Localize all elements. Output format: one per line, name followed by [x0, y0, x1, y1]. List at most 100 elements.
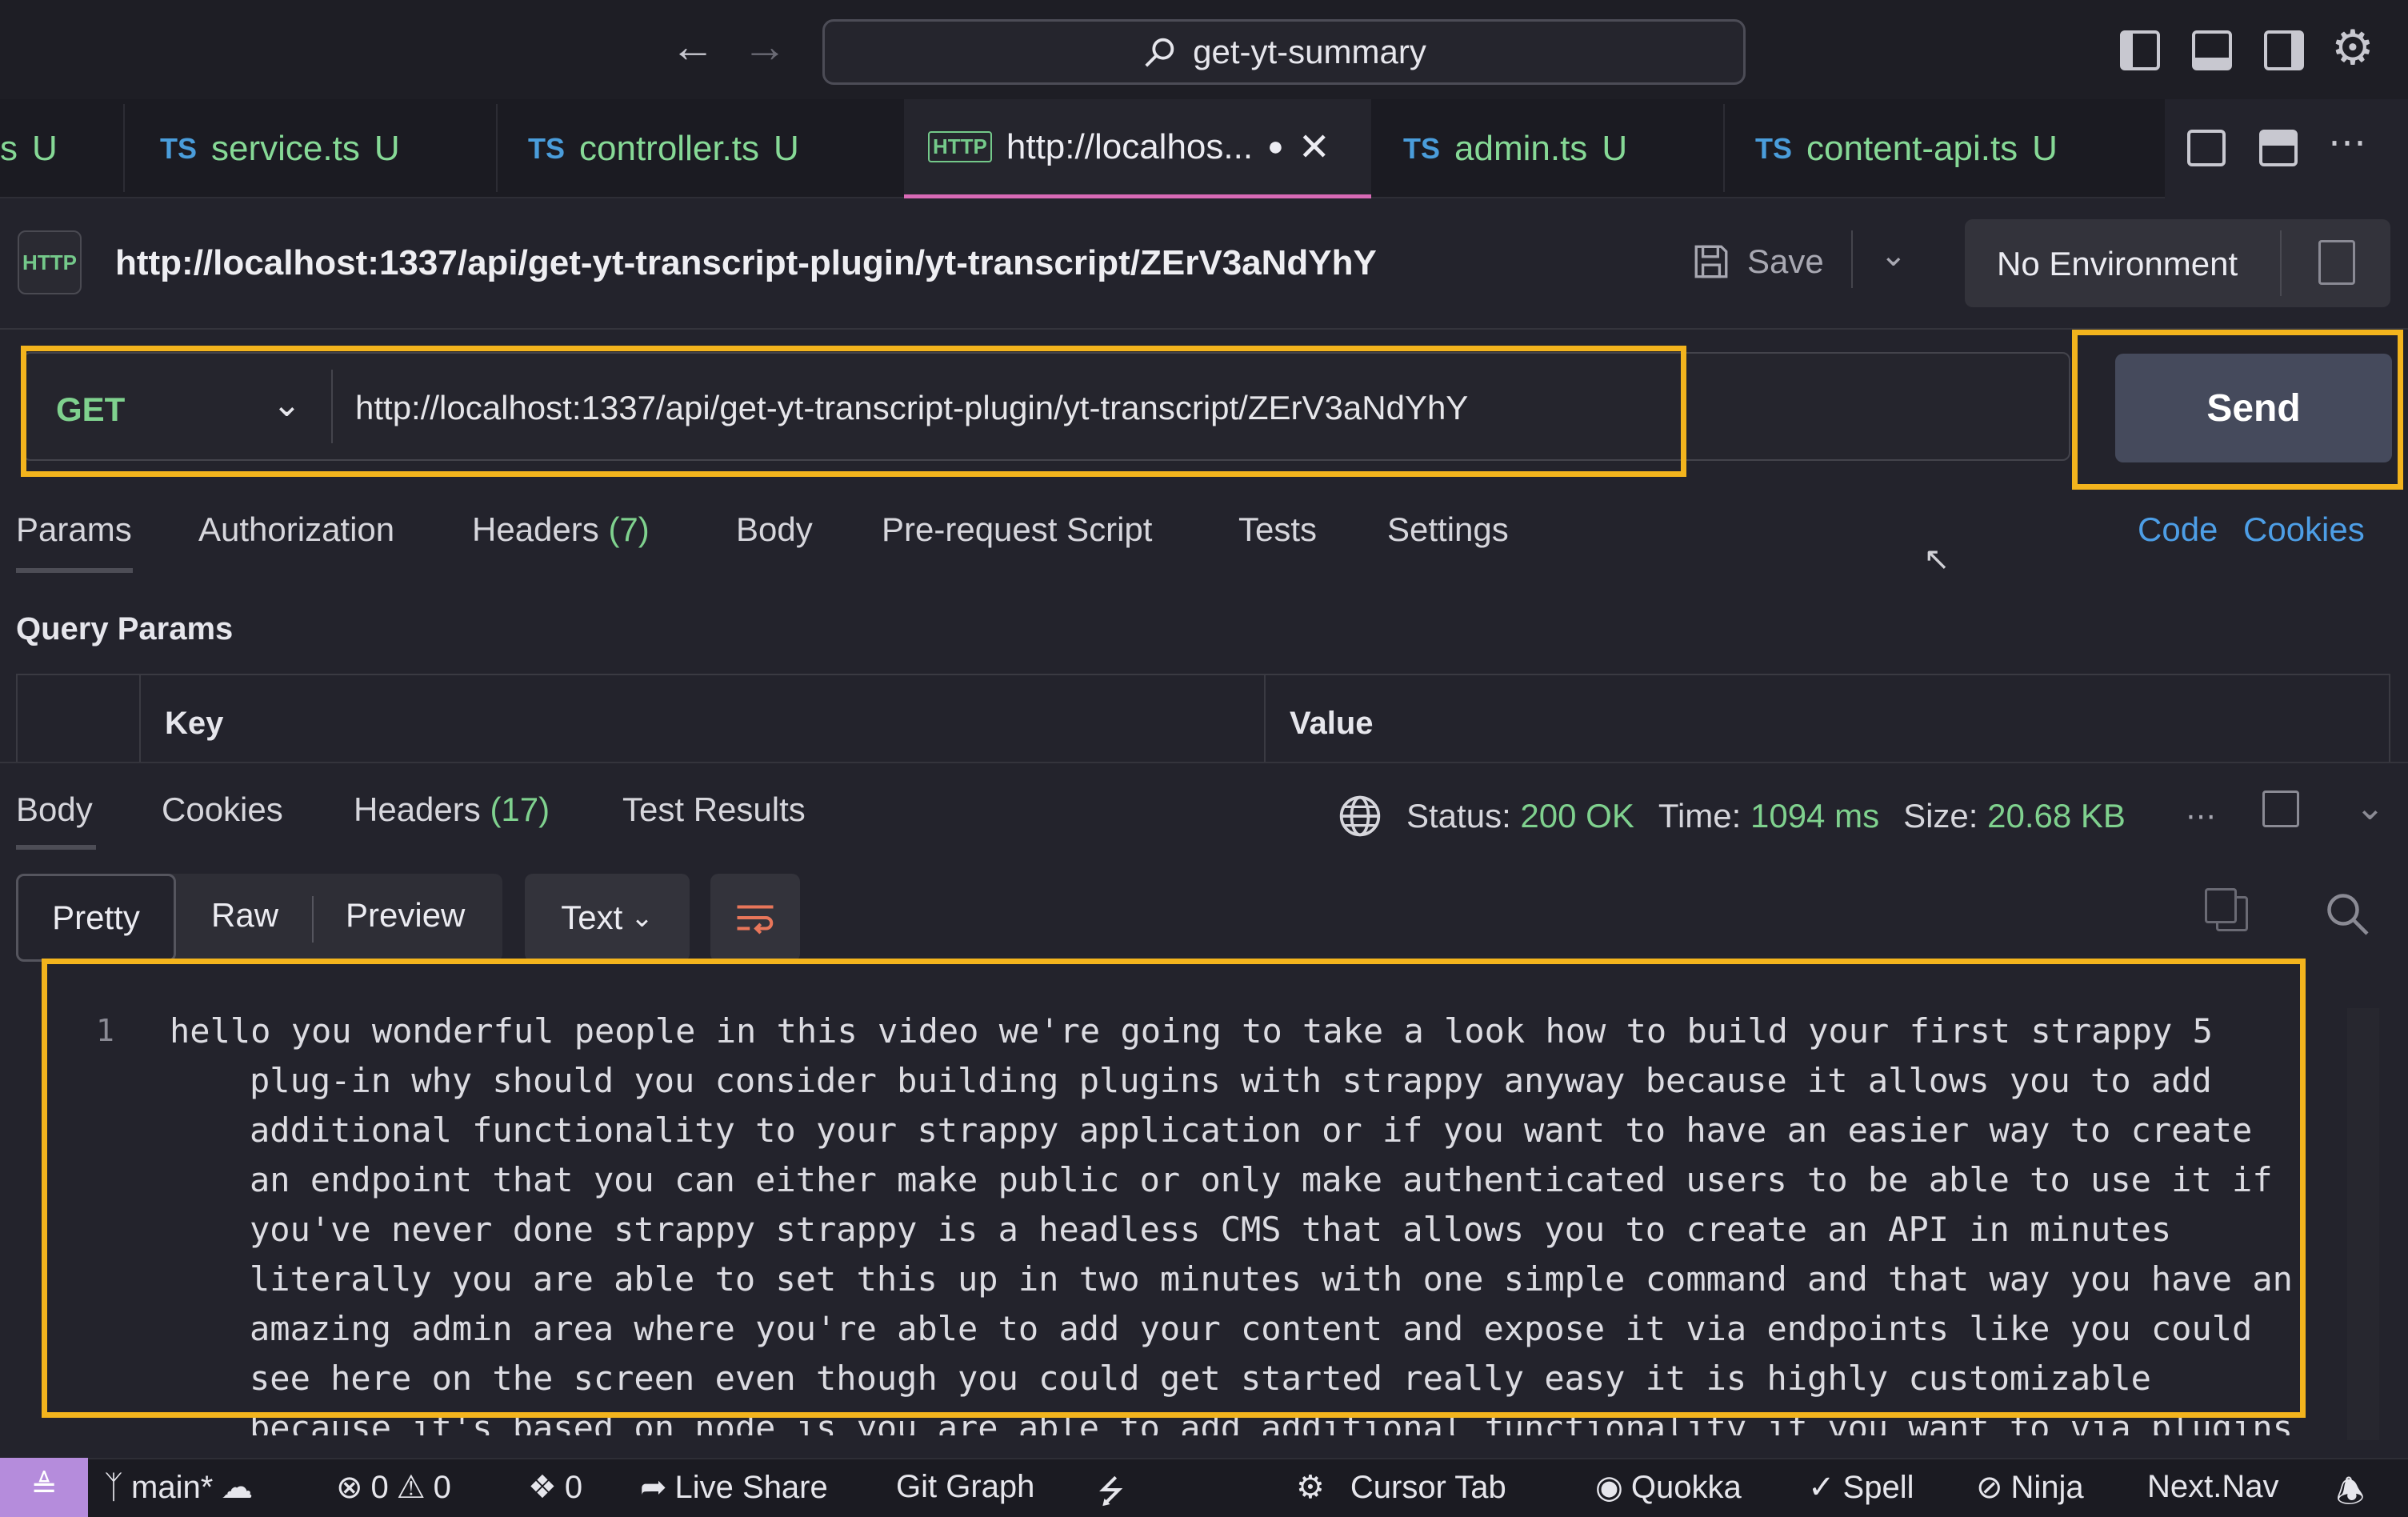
- tab-settings[interactable]: Settings: [1387, 510, 1509, 549]
- ports-indicator[interactable]: ❖ 0: [528, 1469, 582, 1506]
- globe-icon[interactable]: [1338, 794, 1382, 839]
- save-label: Save: [1747, 242, 1824, 280]
- tab-service-ts[interactable]: TS service.ts U: [130, 99, 494, 198]
- check-icon: ✓: [1808, 1470, 1835, 1505]
- response-tab-body[interactable]: Body: [16, 791, 93, 829]
- branch-name: main*: [131, 1469, 214, 1505]
- tab-label: http://localhos...: [1006, 126, 1254, 166]
- column-header-key: Key: [165, 706, 224, 741]
- quokka-button[interactable]: ◉ Quokka: [1595, 1469, 1742, 1506]
- close-tab-icon[interactable]: ✕: [1298, 125, 1330, 170]
- tab-body[interactable]: Body: [736, 510, 813, 549]
- response-tab-test-results[interactable]: Test Results: [622, 791, 806, 829]
- tab-http-request[interactable]: HTTP http://localhos... ● ✕: [904, 99, 1371, 198]
- query-params-title: Query Params: [16, 611, 234, 646]
- save-icon: [1694, 245, 1728, 278]
- response-tab-cookies[interactable]: Cookies: [162, 791, 283, 829]
- quokka-icon: ◉: [1595, 1470, 1623, 1505]
- size-indicator[interactable]: Size: 20.68 KB: [1903, 797, 2126, 835]
- url-highlight-box: [21, 346, 1686, 477]
- ports-count: 0: [564, 1469, 583, 1505]
- git-branch-indicator[interactable]: ᛉ main* ☁: [104, 1469, 253, 1506]
- text-mode-dropdown[interactable]: Text ⌄: [525, 874, 690, 962]
- tab-label: admin.ts: [1454, 129, 1588, 168]
- layout-toggle-icon[interactable]: [2262, 791, 2299, 827]
- scrollbar[interactable]: [2347, 1008, 2379, 1440]
- git-branch-icon: ᛉ: [104, 1469, 123, 1505]
- http-file-icon: HTTP: [928, 131, 992, 162]
- format-preview-button[interactable]: Preview: [346, 896, 465, 935]
- typescript-icon: TS: [1755, 132, 1793, 165]
- command-center-search[interactable]: get-yt-summary: [822, 19, 1746, 85]
- tab-authorization[interactable]: Authorization: [198, 510, 394, 549]
- toggle-panel-icon[interactable]: [2192, 30, 2232, 70]
- more-actions-icon[interactable]: ⋯: [2328, 120, 2366, 165]
- search-response-icon[interactable]: [2323, 890, 2371, 938]
- forward-arrow-icon[interactable]: →: [742, 24, 787, 69]
- response-headers-count: (17): [490, 791, 550, 828]
- environment-quick-look-icon[interactable]: [2318, 240, 2355, 285]
- typescript-icon: TS: [160, 132, 198, 165]
- tab-admin-ts[interactable]: TS admin.ts U: [1373, 99, 1722, 198]
- cursor-tab-button[interactable]: ⚙ Cursor Tab: [1296, 1469, 1506, 1506]
- toggle-primary-sidebar-icon[interactable]: [2120, 30, 2160, 70]
- split-editor-icon[interactable]: [2259, 130, 2298, 166]
- tab-pre-request-script[interactable]: Pre-request Script: [882, 510, 1152, 549]
- tab-status: U: [2032, 129, 2058, 168]
- tab-label: content-api.ts: [1806, 129, 2018, 168]
- size-value: 20.68 KB: [1987, 797, 2126, 835]
- tab-controller-ts[interactable]: TS controller.ts U: [498, 99, 902, 198]
- save-options-chevron-icon[interactable]: ⌄: [1880, 237, 1907, 274]
- tab-label: controller.ts: [579, 129, 759, 168]
- tab-tests[interactable]: Tests: [1238, 510, 1317, 549]
- divider: [312, 896, 314, 943]
- column-header-value: Value: [1290, 706, 1374, 741]
- sync-cloud-icon: ☁: [221, 1470, 254, 1505]
- divider: [2280, 230, 2282, 296]
- code-link[interactable]: Code: [2138, 510, 2218, 549]
- more-options-icon[interactable]: ⋯: [2186, 799, 2216, 835]
- headers-count: (7): [608, 510, 650, 548]
- response-tab-headers[interactable]: Headers (17): [354, 791, 550, 829]
- send-highlight-box: [2072, 330, 2403, 490]
- next-nav-button[interactable]: Next.Nav: [2147, 1469, 2279, 1505]
- format-raw-button[interactable]: Raw: [211, 896, 278, 935]
- time-indicator[interactable]: Time: 1094 ms: [1658, 797, 1879, 835]
- toggle-secondary-sidebar-icon[interactable]: [2264, 30, 2304, 70]
- preview-icon[interactable]: [2187, 130, 2226, 166]
- tab-partial[interactable]: s U: [0, 99, 122, 198]
- request-title[interactable]: http://localhost:1337/api/get-yt-transcr…: [115, 243, 1377, 283]
- lightning-icon[interactable]: ⭍: [1098, 1469, 1124, 1517]
- collapse-chevron-icon[interactable]: ⌄: [2355, 787, 2385, 828]
- remote-indicator-icon[interactable]: ≜: [0, 1458, 88, 1517]
- tab-params[interactable]: Params: [16, 510, 132, 549]
- ninja-icon: ⊘: [1976, 1470, 2003, 1505]
- word-wrap-icon: [737, 905, 774, 935]
- ninja-button[interactable]: ⊘ Ninja: [1976, 1469, 2084, 1506]
- cookies-link[interactable]: Cookies: [2243, 510, 2365, 549]
- format-pretty-button[interactable]: Pretty: [16, 874, 176, 962]
- save-button[interactable]: Save: [1691, 242, 1824, 282]
- settings-gear-icon[interactable]: ⚙: [2331, 24, 2374, 72]
- live-share-button[interactable]: ➦ Live Share: [640, 1469, 828, 1506]
- git-graph-button[interactable]: Git Graph: [896, 1469, 1034, 1505]
- broadcast-icon: ❖: [528, 1470, 557, 1505]
- tab-label: service.ts: [211, 129, 360, 168]
- back-arrow-icon[interactable]: ←: [670, 24, 715, 69]
- tab-headers[interactable]: Headers (7): [472, 510, 650, 549]
- unsaved-dot-icon: ●: [1267, 131, 1284, 162]
- status-label: Status:: [1406, 797, 1511, 835]
- live-share-label: Live Share: [674, 1469, 828, 1505]
- active-tab-indicator: [16, 845, 96, 850]
- word-wrap-button[interactable]: [710, 874, 800, 962]
- typescript-icon: TS: [528, 132, 566, 165]
- tab-content-api-ts[interactable]: TS content-api.ts U: [1725, 99, 2163, 198]
- error-count: 0: [370, 1469, 389, 1505]
- spell-label: Spell: [1842, 1469, 1914, 1505]
- status-value: 200 OK: [1520, 797, 1634, 835]
- problems-indicator[interactable]: ⊗ 0 ⚠ 0: [336, 1469, 451, 1506]
- tab-status: U: [32, 129, 58, 168]
- spell-button[interactable]: ✓ Spell: [1808, 1469, 1914, 1506]
- notifications-bell-icon[interactable]: 🕭: [2336, 1469, 2365, 1517]
- status-indicator[interactable]: Status: 200 OK: [1406, 797, 1634, 835]
